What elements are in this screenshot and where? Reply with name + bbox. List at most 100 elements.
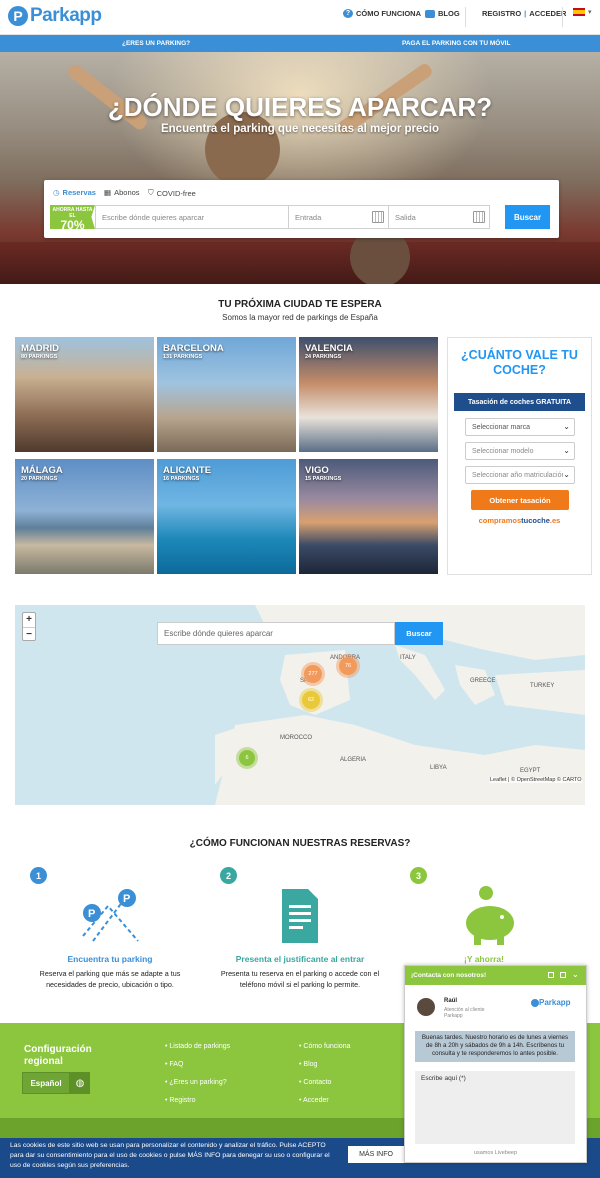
chevron-down-icon[interactable]: ▾ (588, 8, 592, 16)
get-valuation-button[interactable]: Obtener tasación (471, 490, 569, 510)
map-cluster-marker[interactable]: 6 (239, 750, 255, 766)
brand-select-value: Seleccionar marca (472, 423, 530, 431)
footer-link[interactable]: • Cómo funciona (299, 1043, 351, 1050)
footer-link[interactable]: • Listado de parkings (165, 1043, 230, 1050)
city-card-madrid[interactable]: MADRID 80 PARKINGS (15, 337, 154, 452)
footer-link-label: Cómo funciona (303, 1043, 351, 1050)
language-select[interactable]: Español (22, 1072, 70, 1094)
tab-abonos-label: Abonos (114, 188, 140, 197)
top-header: P Parkapp ? CÓMO FUNCIONA BLOG REGISTRO … (0, 0, 600, 35)
chat-widget: ¡Contacta con nosotros! ⌄ Raúl Atención … (404, 965, 587, 1163)
map-zoom-control: + − (22, 612, 36, 641)
chevron-down-icon: ⌄ (563, 470, 570, 479)
valuation-title: ¿CUÁNTO VALE TU COCHE? (461, 348, 578, 377)
city-count: 20 PARKINGS (21, 476, 58, 482)
chevron-down-icon[interactable]: ⌄ (572, 970, 579, 979)
zoom-in-button[interactable]: + (23, 613, 35, 628)
minimize-icon[interactable] (548, 972, 554, 978)
footer-link-label: Acceder (303, 1097, 329, 1104)
spain-flag-icon[interactable] (573, 8, 585, 16)
register-link[interactable]: REGISTRO (482, 9, 521, 18)
document-icon (282, 889, 318, 943)
paga-movil-link[interactable]: PAGA EL PARKING CON TU MÓVIL (402, 40, 510, 47)
tab-reservas[interactable]: ◷ Reservas (53, 188, 96, 197)
chat-footer[interactable]: usamos Livebeep (405, 1150, 586, 1156)
nav-como-funciona[interactable]: ? CÓMO FUNCIONA (343, 9, 421, 18)
brand-part: compramos (478, 516, 522, 525)
agent-name: Raúl (444, 998, 458, 1004)
city-card-vigo[interactable]: VIGO 15 PARKINGS (299, 459, 438, 574)
separator: | (524, 9, 527, 18)
map-search-button[interactable]: Buscar (395, 622, 443, 645)
divider (562, 7, 563, 27)
login-link[interactable]: ACCEDER (529, 9, 566, 18)
footer-link-label: FAQ (169, 1061, 184, 1068)
agent-avatar (417, 998, 435, 1016)
step-title: Presenta el justificante al entrar (235, 954, 365, 964)
footer-link-label: ¿Eres un parking? (169, 1079, 227, 1086)
step-number: 2 (220, 867, 237, 884)
how-it-works-title: ¿CÓMO FUNCIONAN NUESTRAS RESERVAS? (189, 838, 411, 849)
map-label: ITALY (400, 655, 416, 661)
tab-covid-free[interactable]: ⛉ COVID-free (148, 188, 196, 198)
chat-logo-text: Parkapp (539, 998, 571, 1007)
chat-input[interactable]: Escribe aquí (*) (415, 1071, 575, 1144)
cookie-text: Las cookies de este sitio web se usan pa… (10, 1142, 330, 1169)
hero-subtitle: Encuentra el parking que necesitas al me… (160, 123, 440, 135)
chat-header[interactable]: ¡Contacta con nosotros! ⌄ (405, 966, 586, 985)
clock-icon: ◷ (53, 188, 60, 197)
step-title: ¡Y ahorra! (464, 954, 504, 964)
city-count: 131 PARKINGS (163, 354, 203, 360)
nav-como-funciona-label: CÓMO FUNCIONA (356, 9, 421, 18)
footer-link[interactable]: • Contacto (299, 1079, 331, 1086)
map-cluster-marker[interactable]: 277 (304, 665, 322, 683)
chat-header-title: ¡Contacta con nosotros! (411, 972, 487, 979)
calendar-icon[interactable] (372, 211, 384, 223)
step-number: 1 (30, 867, 47, 884)
popout-icon[interactable] (560, 972, 566, 978)
footer-link[interactable]: • ¿Eres un parking? (165, 1079, 227, 1086)
map-label: EGYPT (520, 768, 541, 774)
parkapp-logo[interactable]: P Parkapp (8, 3, 102, 29)
chat-message: Buenas tardes. Nuestro horario es de lun… (415, 1031, 575, 1062)
city-name: VALENCIA (305, 343, 353, 354)
year-select[interactable]: Seleccionar año matriculación ⌄ (465, 466, 575, 484)
footer-link[interactable]: • Acceder (299, 1097, 329, 1104)
hero-image (0, 52, 600, 284)
map-attribution[interactable]: Leaflet | © OpenStreetMap © CARTO (490, 777, 582, 783)
cookie-more-info-button[interactable]: MÁS INFO (348, 1146, 404, 1163)
footer-link[interactable]: • FAQ (165, 1061, 183, 1068)
nav-blog[interactable]: BLOG (425, 9, 460, 18)
eres-un-parking-link[interactable]: ¿ERES UN PARKING? (122, 40, 190, 47)
piggy-bank-icon (466, 886, 514, 945)
chat-logo: Parkapp (531, 998, 571, 1007)
entry-date-field[interactable]: Entrada (288, 205, 389, 229)
chat-bubble-icon (425, 9, 435, 18)
search-input[interactable]: Escribe dónde quieres aparcar (95, 205, 289, 229)
footer-link[interactable]: • Registro (165, 1097, 195, 1104)
tab-abonos[interactable]: ▦ Abonos (104, 188, 140, 197)
parkapp-logo-icon (531, 998, 539, 1007)
cities-title: TU PRÓXIMA CIUDAD TE ESPERA (218, 299, 382, 310)
parking-route-icon: P P (82, 889, 139, 942)
city-card-alicante[interactable]: ALICANTE 16 PARKINGS (157, 459, 296, 574)
model-select[interactable]: Seleccionar modelo ⌄ (465, 442, 575, 460)
chevron-down-icon: ⌄ (563, 422, 570, 431)
compramostucoche-logo[interactable]: compramostucoche.es (448, 516, 591, 525)
brand-select[interactable]: Seleccionar marca ⌄ (465, 418, 575, 436)
map-cluster-marker[interactable]: 76 (339, 657, 357, 675)
city-card-malaga[interactable]: MÁLAGA 20 PARKINGS (15, 459, 154, 574)
footer-link[interactable]: • Blog (299, 1061, 317, 1068)
map-search-input[interactable]: Escribe dónde quieres aparcar (157, 622, 395, 645)
map-label: MOROCCO (280, 735, 312, 741)
city-count: 15 PARKINGS (305, 476, 342, 482)
calendar-icon[interactable] (473, 211, 485, 223)
globe-icon[interactable]: ◍ (70, 1072, 90, 1094)
zoom-out-button[interactable]: − (23, 628, 35, 642)
exit-date-field[interactable]: Salida (388, 205, 490, 229)
city-card-barcelona[interactable]: BARCELONA 131 PARKINGS (157, 337, 296, 452)
city-card-valencia[interactable]: VALENCIA 24 PARKINGS (299, 337, 438, 452)
city-name: MADRID (21, 343, 59, 354)
map-cluster-marker[interactable]: 62 (302, 691, 320, 709)
search-button[interactable]: Buscar (505, 205, 550, 229)
